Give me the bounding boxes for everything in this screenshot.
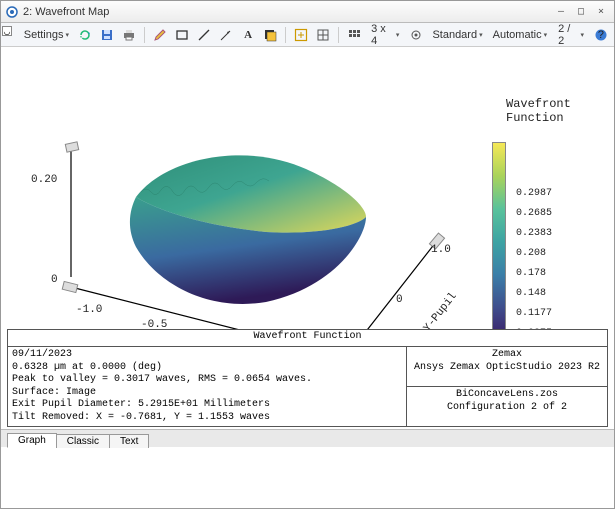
arrow-icon[interactable] <box>217 26 235 44</box>
colorbar <box>492 142 506 342</box>
minimize-button[interactable]: – <box>556 7 566 17</box>
line-icon[interactable] <box>195 26 213 44</box>
pencil-icon[interactable] <box>151 26 169 44</box>
page-indicator[interactable]: 2 / 2▾ <box>554 26 588 44</box>
grid-size-dropdown[interactable]: 3 x 4▾ <box>367 26 403 44</box>
info-header: Wavefront Function <box>8 330 607 347</box>
svg-text:?: ? <box>598 30 605 42</box>
info-panel: Wavefront Function 09/11/2023 0.6328 µm … <box>7 329 608 427</box>
info-left: 09/11/2023 0.6328 µm at 0.0000 (deg) Pea… <box>8 347 407 426</box>
titlebar: 2: Wavefront Map – □ × <box>1 1 614 23</box>
zoom-fit-icon[interactable] <box>292 26 310 44</box>
svg-text:1.0: 1.0 <box>431 244 451 256</box>
text-tool-icon[interactable]: A <box>239 26 257 44</box>
z-tick-1: 0 <box>51 274 58 286</box>
svg-text:0: 0 <box>396 294 403 306</box>
tab-graph[interactable]: Graph <box>7 433 57 448</box>
close-button[interactable]: × <box>596 7 606 17</box>
z-tick-0: 0.20 <box>31 174 57 186</box>
automatic-dropdown[interactable]: Automatic▾ <box>490 26 550 44</box>
info-file: BiConcaveLens.zos Configuration 2 of 2 <box>407 387 607 426</box>
print-icon[interactable] <box>120 26 138 44</box>
legend: Wavefront Function 0.2987 0.2685 0.2383 … <box>506 97 596 133</box>
target-icon[interactable] <box>407 26 425 44</box>
bottom-tabs: Graph Classic Text <box>1 429 614 447</box>
rect-icon[interactable] <box>173 26 191 44</box>
window-controls: – □ × <box>556 7 610 17</box>
settings-button[interactable]: Settings▾ <box>21 26 73 44</box>
toolbar: ◡ Settings▾ A 3 x 4▾ Standard▾ Automatic… <box>1 23 614 47</box>
info-software: Zemax Ansys Zemax OpticStudio 2023 R2 <box>407 347 607 387</box>
window-title: 2: Wavefront Map <box>23 6 556 18</box>
plot-area[interactable]: 0.20 0 -1.0 -0.5 0 0.5 1.0 X-Pupil (Rel.… <box>1 47 614 447</box>
tab-classic[interactable]: Classic <box>56 434 110 448</box>
layout-icon[interactable] <box>314 26 332 44</box>
grid-icon[interactable] <box>345 26 363 44</box>
expand-handle[interactable]: ◡ <box>2 26 12 36</box>
legend-title: Wavefront Function <box>506 97 596 125</box>
tab-text[interactable]: Text <box>109 434 149 448</box>
svg-text:-1.0: -1.0 <box>76 304 102 316</box>
app-icon <box>5 5 19 19</box>
standard-dropdown[interactable]: Standard▾ <box>429 26 485 44</box>
save-icon[interactable] <box>98 26 116 44</box>
palette-icon[interactable] <box>261 26 279 44</box>
maximize-button[interactable]: □ <box>576 7 586 17</box>
help-icon[interactable]: ? <box>592 26 610 44</box>
refresh-icon[interactable] <box>76 26 94 44</box>
